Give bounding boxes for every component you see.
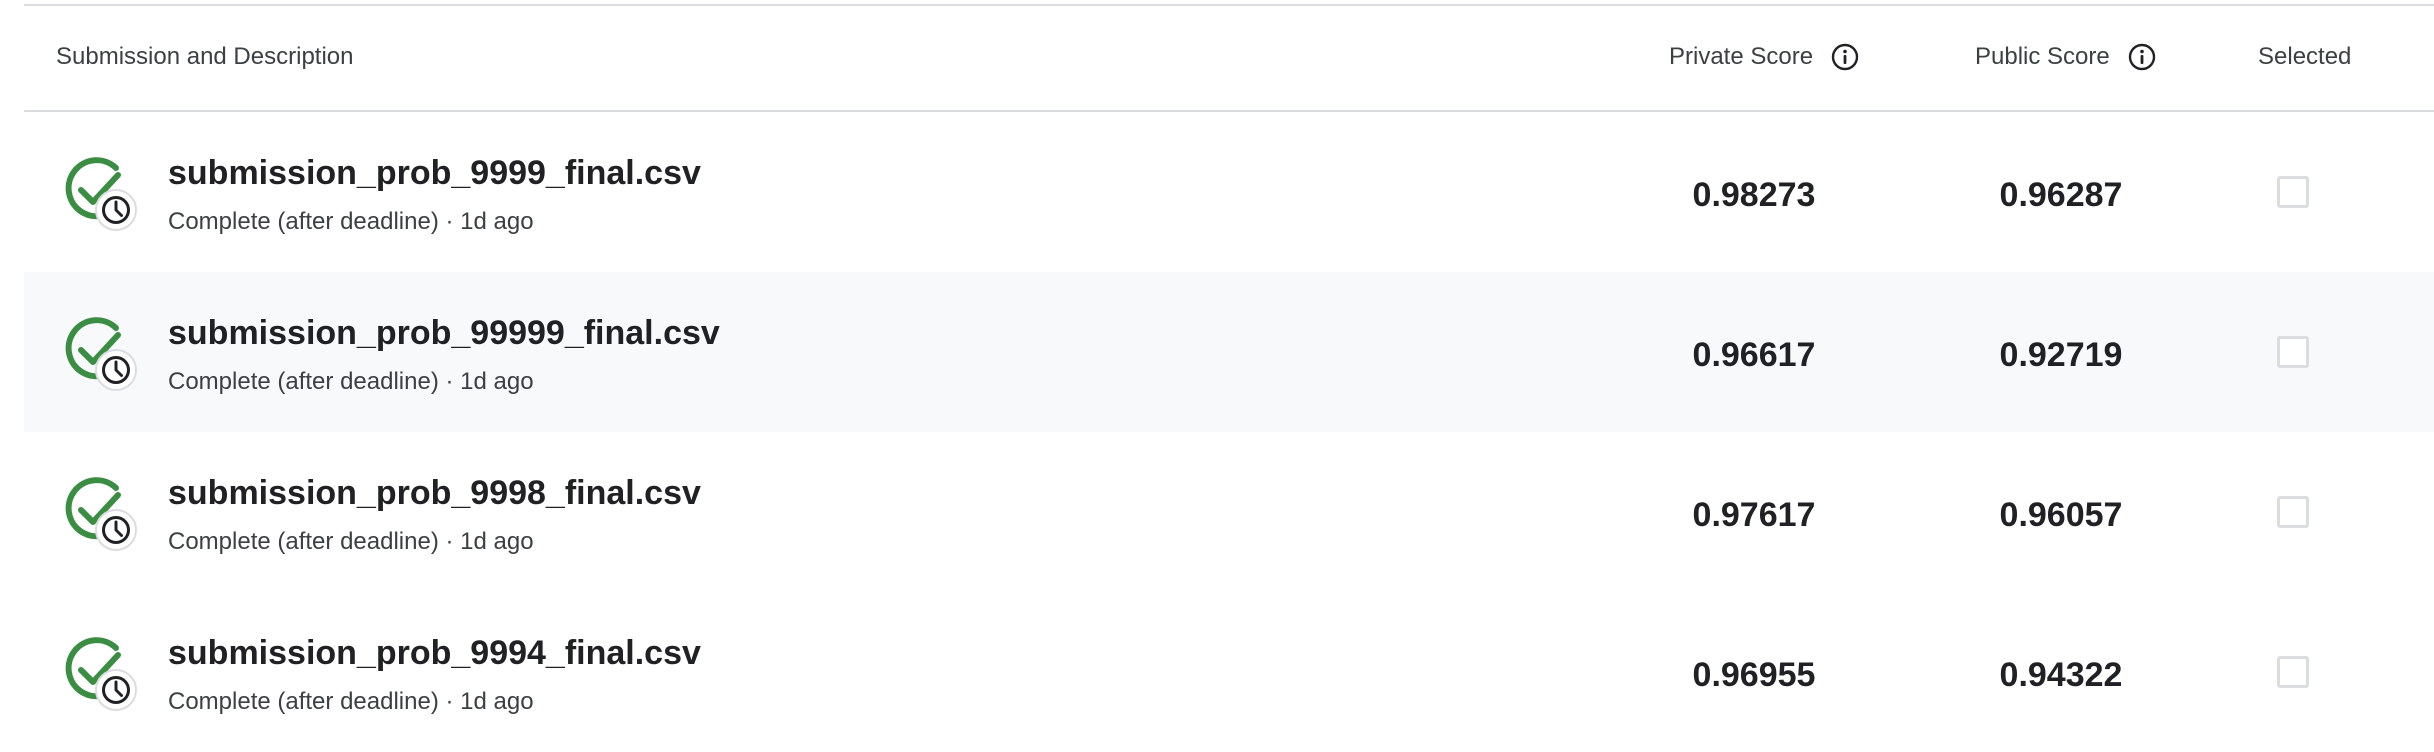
check-clock-icon [65,477,137,551]
private-score-value: 0.97617 [1692,496,1816,534]
selected-checkbox[interactable] [2277,176,2309,208]
public-score-column-header: Public Score [1975,42,2156,72]
public-score-info-icon[interactable] [2128,43,2156,71]
check-clock-icon [65,157,137,231]
submission-status: Complete (after deadline) · 1d ago [168,208,534,235]
table-row[interactable]: submission_prob_9999_final.csv Complete … [24,112,2434,272]
submission-file-name[interactable]: submission_prob_9994_final.csv [168,632,701,674]
submission-status: Complete (after deadline) · 1d ago [168,368,534,395]
submission-file-name[interactable]: submission_prob_99999_final.csv [168,312,720,354]
private-score-value: 0.98273 [1692,176,1816,214]
private-score-column-header: Private Score [1669,42,1859,72]
selected-checkbox[interactable] [2277,496,2309,528]
public-score-value: 0.96287 [1999,176,2123,214]
check-clock-icon [65,637,137,711]
selected-checkbox[interactable] [2277,656,2309,688]
selected-column-header: Selected [2258,43,2352,70]
submission-file-name[interactable]: submission_prob_9998_final.csv [168,472,701,514]
private-score-info-icon[interactable] [1831,43,1859,71]
table-row[interactable]: submission_prob_9994_final.csv Complete … [24,592,2434,752]
submission-status: Complete (after deadline) · 1d ago [168,688,534,715]
table-header: Submission and Description Private Score… [24,6,2434,112]
table-row[interactable]: submission_prob_9998_final.csv Complete … [24,432,2434,592]
submissions-table: Submission and Description Private Score… [24,0,2434,734]
private-score-value: 0.96955 [1692,656,1816,694]
public-score-label: Public Score [1975,43,2110,70]
public-score-value: 0.96057 [1999,496,2123,534]
check-clock-icon [65,317,137,391]
submission-column-header: Submission and Description [56,43,354,70]
public-score-value: 0.92719 [1999,336,2123,374]
submission-status: Complete (after deadline) · 1d ago [168,528,534,555]
submission-file-name[interactable]: submission_prob_9999_final.csv [168,152,701,194]
private-score-label: Private Score [1669,43,1814,70]
public-score-value: 0.94322 [1999,656,2123,694]
table-row[interactable]: submission_prob_99999_final.csv Complete… [24,272,2434,432]
selected-checkbox[interactable] [2277,336,2309,368]
private-score-value: 0.96617 [1692,336,1816,374]
